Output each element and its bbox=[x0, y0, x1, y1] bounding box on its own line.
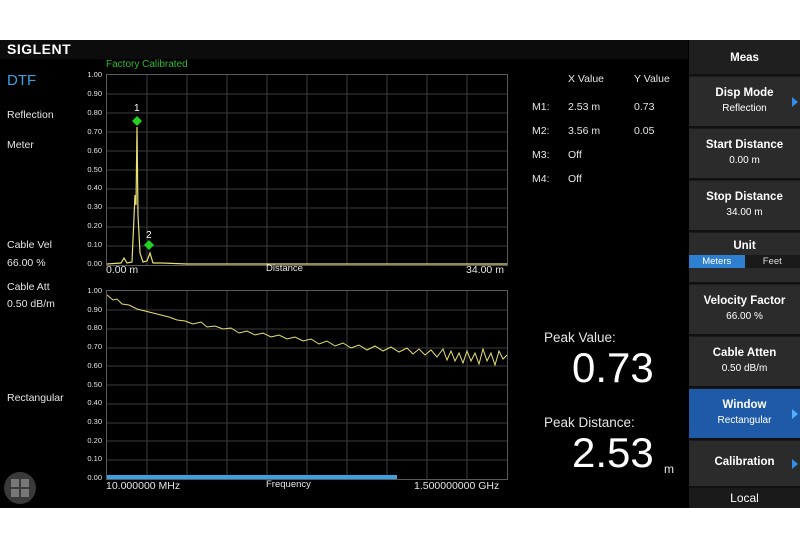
calibration-status: Factory Calibrated bbox=[106, 59, 188, 70]
marker-row-name: M2: bbox=[532, 125, 550, 137]
top-x-start: 0.00 m bbox=[106, 264, 139, 276]
marker-row-name: M3: bbox=[532, 149, 550, 161]
marker-y-header: Y Value bbox=[634, 73, 670, 85]
softkey-panel: Meas Disp Mode Reflection Start Distance… bbox=[689, 40, 800, 508]
unit-button[interactable]: Unit Meters Feet bbox=[689, 233, 800, 284]
marker-x-header: X Value bbox=[568, 73, 604, 85]
y-tick-label: 0.50 bbox=[87, 379, 102, 389]
cable-vel-label: Cable Vel bbox=[7, 239, 52, 251]
unit-feet-option[interactable]: Feet bbox=[744, 255, 800, 268]
distance-unit: Meter bbox=[7, 139, 34, 151]
marker-1-diamond bbox=[132, 116, 142, 126]
marker-row-x: Off bbox=[568, 173, 582, 185]
mode-label: DTF bbox=[7, 72, 37, 89]
submenu-arrow-icon bbox=[792, 458, 798, 469]
unit-meters-option[interactable]: Meters bbox=[689, 255, 745, 268]
frequency-plot[interactable] bbox=[106, 290, 508, 480]
y-tick-label: 1.00 bbox=[87, 70, 102, 79]
marker-row-x: Off bbox=[568, 149, 582, 161]
local-status: Local bbox=[689, 489, 800, 508]
y-tick-label: 0.80 bbox=[87, 107, 102, 117]
marker-row-name: M1: bbox=[532, 101, 550, 113]
y-tick-label: 0.20 bbox=[87, 435, 102, 445]
peak-distance: 2.53 bbox=[572, 429, 654, 476]
calibration-button[interactable]: Calibration bbox=[689, 441, 800, 488]
peak-distance-label: Peak Distance: bbox=[544, 415, 635, 430]
frequency-range-bar bbox=[107, 475, 397, 479]
submenu-arrow-icon bbox=[792, 408, 798, 419]
unit-toggle[interactable]: Meters Feet bbox=[689, 255, 800, 268]
y-tick-label: 0.60 bbox=[87, 360, 102, 370]
top-x-end: 34.00 m bbox=[466, 264, 504, 276]
bottom-x-start: 10.000000 MHz bbox=[106, 480, 181, 492]
y-tick-label: 0.40 bbox=[87, 398, 102, 408]
y-tick-label: 0.60 bbox=[87, 145, 102, 155]
measure-type: Reflection bbox=[7, 109, 54, 121]
start-distance-button[interactable]: Start Distance 0.00 m bbox=[689, 129, 800, 180]
submenu-arrow-icon bbox=[792, 96, 798, 107]
top-x-title: Distance bbox=[266, 263, 303, 274]
frequency-plot-svg bbox=[107, 291, 507, 479]
apps-menu-button[interactable] bbox=[4, 472, 36, 504]
analyzer-screen: SIGLENT DTF Reflection Meter Cable Vel 6… bbox=[0, 40, 800, 508]
marker-1-label: 1 bbox=[134, 103, 140, 114]
y-tick-label: 0.70 bbox=[87, 126, 102, 136]
disp-mode-button[interactable]: Disp Mode Reflection bbox=[689, 77, 800, 128]
y-tick-label: 0.20 bbox=[87, 221, 102, 231]
marker-row-name: M4: bbox=[532, 173, 550, 185]
y-tick-label: 0.50 bbox=[87, 164, 102, 174]
peak-value: 0.73 bbox=[572, 344, 654, 391]
y-tick-label: 0.00 bbox=[87, 259, 102, 268]
peak-distance-unit: m bbox=[664, 462, 674, 476]
y-tick-label: 0.10 bbox=[87, 240, 102, 250]
top-bar: SIGLENT bbox=[0, 40, 688, 59]
y-tick-label: 0.90 bbox=[87, 88, 102, 98]
marker-row-y: 0.73 bbox=[634, 101, 655, 113]
velocity-factor-button[interactable]: Velocity Factor 66.00 % bbox=[689, 285, 800, 336]
bottom-x-end: 1.500000000 GHz bbox=[414, 480, 500, 492]
brand-logo: SIGLENT bbox=[7, 41, 72, 57]
y-tick-label: 0.30 bbox=[87, 416, 102, 426]
cable-vel-value: 66.00 % bbox=[7, 257, 46, 269]
cable-att-label: Cable Att bbox=[7, 281, 50, 293]
dtf-plot-svg: 1 2 bbox=[107, 75, 507, 265]
marker-2-diamond bbox=[144, 240, 154, 250]
window-type: Rectangular bbox=[7, 392, 64, 404]
marker-row-y: 0.05 bbox=[634, 125, 655, 137]
peak-value-label: Peak Value: bbox=[544, 330, 616, 345]
bottom-x-title: Frequency bbox=[266, 479, 311, 490]
marker-row-x: 2.53 m bbox=[568, 101, 601, 113]
y-tick-label: 1.00 bbox=[87, 286, 102, 295]
y-tick-label: 0.30 bbox=[87, 202, 102, 212]
y-tick-label: 0.00 bbox=[87, 473, 102, 482]
y-tick-label: 0.40 bbox=[87, 183, 102, 193]
marker-2-label: 2 bbox=[146, 230, 152, 241]
dtf-plot[interactable]: 1 2 bbox=[106, 74, 508, 266]
y-tick-label: 0.90 bbox=[87, 304, 102, 314]
meas-menu-title: Meas bbox=[689, 40, 800, 76]
window-button[interactable]: Window Rectangular bbox=[689, 389, 800, 440]
y-tick-label: 0.70 bbox=[87, 342, 102, 352]
stop-distance-button[interactable]: Stop Distance 34.00 m bbox=[689, 181, 800, 232]
y-tick-label: 0.80 bbox=[87, 323, 102, 333]
y-tick-label: 0.10 bbox=[87, 454, 102, 464]
cable-atten-button[interactable]: Cable Atten 0.50 dB/m bbox=[689, 337, 800, 388]
marker-row-x: 3.56 m bbox=[568, 125, 601, 137]
cable-att-value: 0.50 dB/m bbox=[7, 298, 55, 310]
